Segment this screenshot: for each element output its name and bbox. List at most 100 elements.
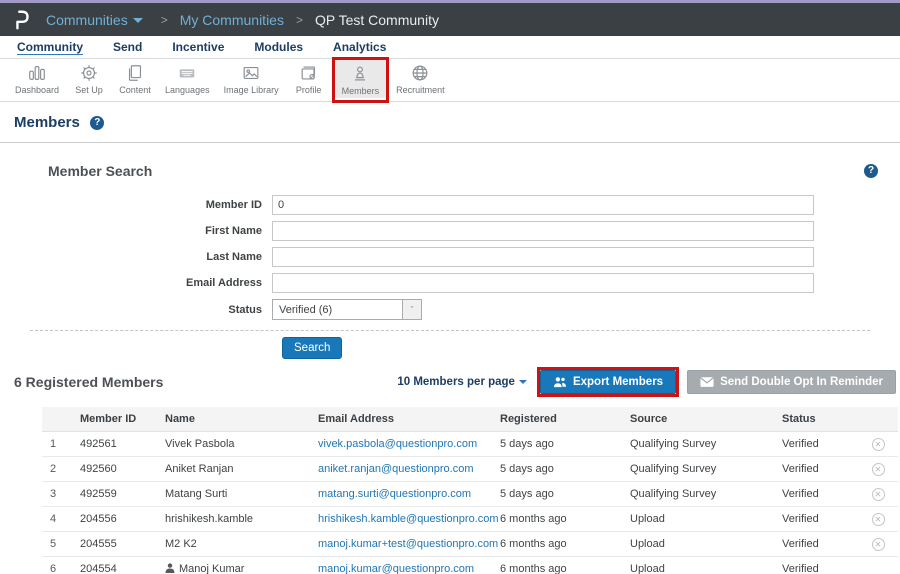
member-search-header: Member Search ? — [14, 163, 886, 179]
search-button[interactable]: Search — [282, 337, 342, 359]
table-row: 4 204556 hrishikesh.kamble hrishikesh.ka… — [42, 507, 898, 532]
export-members-button[interactable]: Export Members — [540, 370, 676, 394]
communities-menu[interactable]: Communities — [46, 12, 143, 28]
header-registered: Registered — [500, 413, 630, 425]
keyboard-icon — [177, 63, 197, 83]
communities-menu-label: Communities — [46, 12, 128, 28]
toolbar-item-recruitment[interactable]: Recruitment — [389, 59, 452, 101]
breadcrumb-separator: > — [161, 13, 168, 27]
breadcrumb-current-community: QP Test Community — [315, 12, 439, 28]
chevron-down-icon — [133, 18, 143, 23]
member-email-link[interactable]: manoj.kumar+test@questionpro.com — [318, 538, 500, 550]
registered-cell: 6 months ago — [500, 563, 630, 574]
person-icon — [165, 563, 175, 573]
first-name-row: First Name — [14, 221, 886, 241]
members-page: Communities > My Communities > QP Test C… — [0, 0, 900, 574]
remove-member-icon[interactable]: ✕ — [872, 488, 885, 501]
header-status: Status — [782, 413, 858, 425]
member-id-cell: 204555 — [80, 538, 165, 550]
toolbar-item-members[interactable]: Members — [335, 60, 387, 98]
status-cell: Verified — [782, 538, 858, 550]
registered-members-count: 6 Registered Members — [14, 374, 163, 390]
member-id-cell: 492561 — [80, 438, 165, 450]
remove-member-icon[interactable]: ✕ — [872, 438, 885, 451]
member-email-link[interactable]: manoj.kumar@questionpro.com — [318, 563, 500, 574]
gear-icon — [79, 63, 99, 83]
last-name-label: Last Name — [14, 251, 272, 263]
toolbar-label: Image Library — [224, 85, 279, 95]
member-id-cell: 204554 — [80, 563, 165, 574]
member-id-cell: 492560 — [80, 463, 165, 475]
send-double-opt-in-reminder-button[interactable]: Send Double Opt In Reminder — [687, 370, 896, 394]
status-cell: Verified — [782, 438, 858, 450]
members-per-page-dropdown[interactable]: 10 Members per page — [397, 376, 527, 388]
globe-icon — [410, 63, 430, 83]
image-icon — [241, 63, 261, 83]
breadcrumb-my-communities[interactable]: My Communities — [180, 12, 284, 28]
status-cell: Verified — [782, 513, 858, 525]
help-icon[interactable]: ? — [90, 116, 104, 130]
help-icon[interactable]: ? — [864, 164, 878, 178]
toolbar-item-image-library[interactable]: Image Library — [217, 59, 286, 101]
member-email-link[interactable]: vivek.pasbola@questionpro.com — [318, 438, 500, 450]
toolbar-item-profile[interactable]: Profile — [286, 59, 332, 101]
first-name-field[interactable] — [272, 221, 814, 241]
email-address-label: Email Address — [14, 277, 272, 289]
member-id-field[interactable] — [272, 195, 814, 215]
results-actions: 10 Members per page Export Members Send … — [397, 367, 898, 397]
header-name: Name — [165, 413, 318, 425]
toolbar-label: Set Up — [75, 85, 103, 95]
tab-incentive[interactable]: Incentive — [172, 38, 224, 56]
tab-modules[interactable]: Modules — [254, 38, 303, 56]
toolbar-item-setup[interactable]: Set Up — [66, 59, 112, 101]
header-email: Email Address — [318, 413, 500, 425]
page-header: Members ? — [0, 102, 900, 142]
reminder-label: Send Double Opt In Reminder — [720, 376, 883, 388]
tab-community[interactable]: Community — [17, 38, 83, 56]
table-header-row: Member ID Name Email Address Registered … — [42, 407, 898, 432]
status-label: Status — [14, 304, 272, 316]
toolbar-label: Languages — [165, 85, 210, 95]
last-name-row: Last Name — [14, 247, 886, 267]
registered-cell: 5 days ago — [500, 488, 630, 500]
status-select[interactable]: Verified (6) ˇ — [272, 299, 422, 320]
source-cell: Qualifying Survey — [630, 488, 782, 500]
bar-chart-icon — [27, 63, 47, 83]
member-email-link[interactable]: hrishikesh.kamble@questionpro.com — [318, 513, 500, 525]
toolbar-item-languages[interactable]: Languages — [158, 59, 217, 101]
row-index: 1 — [42, 438, 80, 450]
toolbar-item-dashboard[interactable]: Dashboard — [8, 59, 66, 101]
tab-analytics[interactable]: Analytics — [333, 38, 386, 56]
member-id-cell: 492559 — [80, 488, 165, 500]
member-email-link[interactable]: matang.surti@questionpro.com — [318, 488, 500, 500]
remove-member-icon[interactable]: ✕ — [872, 513, 885, 526]
email-address-field[interactable] — [272, 273, 814, 293]
member-name-cell: Manoj Kumar — [165, 563, 318, 574]
toolbar-label: Content — [119, 85, 151, 95]
members-annotation-box: Members — [332, 57, 390, 103]
envelope-icon — [700, 376, 714, 388]
remove-member-icon[interactable]: ✕ — [872, 538, 885, 551]
member-name-cell: M2 K2 — [165, 538, 318, 550]
breadcrumb-separator: > — [296, 13, 303, 27]
registered-cell: 5 days ago — [500, 463, 630, 475]
profile-card-icon — [299, 63, 319, 83]
row-index: 6 — [42, 563, 80, 574]
registered-cell: 5 days ago — [500, 438, 630, 450]
chevron-down-icon: ˇ — [402, 300, 421, 319]
status-row: Status Verified (6) ˇ — [14, 299, 886, 320]
member-email-link[interactable]: aniket.ranjan@questionpro.com — [318, 463, 500, 475]
questionpro-logo-icon[interactable] — [12, 9, 32, 31]
export-members-label: Export Members — [573, 376, 663, 388]
first-name-label: First Name — [14, 225, 272, 237]
remove-member-icon[interactable]: ✕ — [872, 463, 885, 476]
member-id-row: Member ID — [14, 195, 886, 215]
tab-send[interactable]: Send — [113, 38, 142, 56]
source-cell: Upload — [630, 563, 782, 574]
toolbar-label: Members — [342, 86, 380, 96]
member-search-panel: Member Search ? Member ID First Name Las… — [0, 143, 900, 359]
main-tabs: Community Send Incentive Modules Analyti… — [0, 36, 900, 59]
toolbar-item-content[interactable]: Content — [112, 59, 158, 101]
last-name-field[interactable] — [272, 247, 814, 267]
source-cell: Qualifying Survey — [630, 463, 782, 475]
